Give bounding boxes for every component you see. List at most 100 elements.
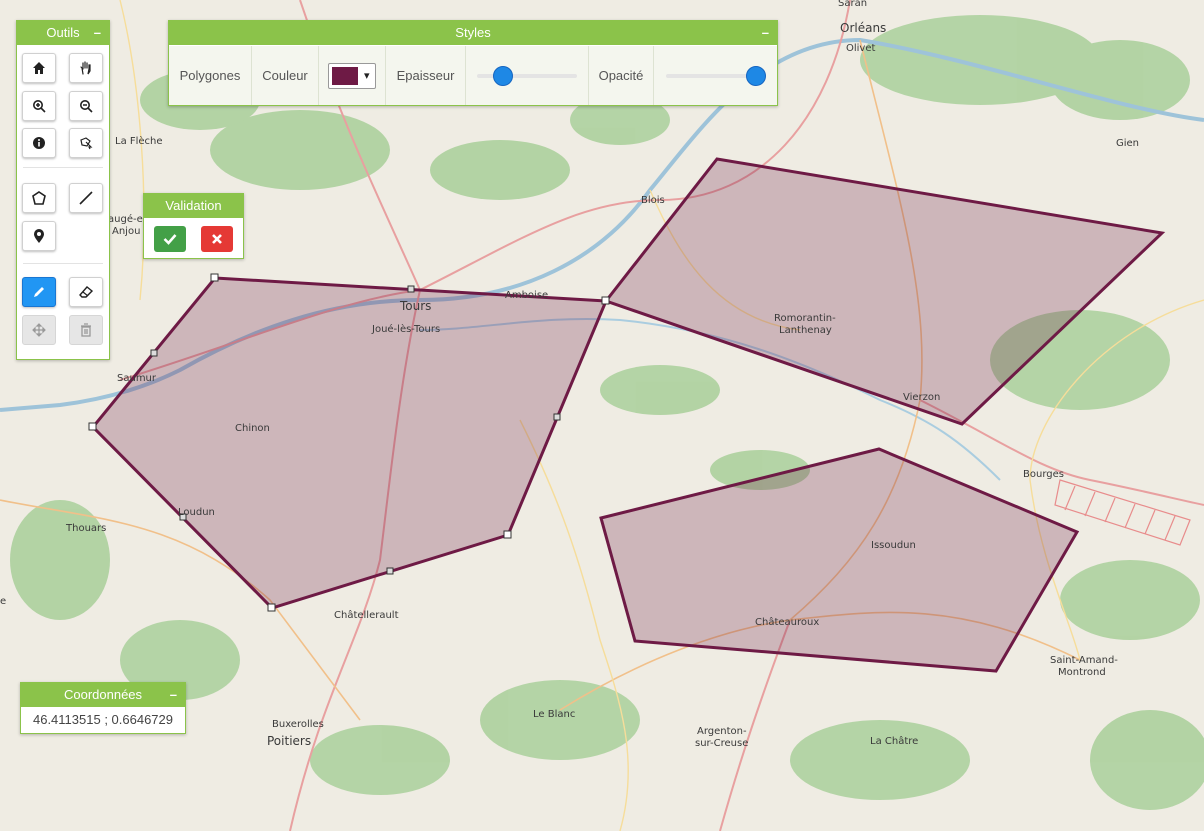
town-label: La Châtre: [870, 735, 918, 747]
select-feature-button[interactable]: [69, 128, 103, 158]
color-picker[interactable]: ▾: [328, 62, 376, 89]
town-label: Orléans: [840, 21, 886, 35]
town-label: Argenton-: [697, 726, 747, 737]
styles-panel-header: Styles –: [169, 21, 777, 45]
tools-divider: [23, 167, 103, 168]
midpoint-handle[interactable]: [407, 285, 415, 293]
tools-panel: Outils –: [16, 20, 110, 360]
town-label: Gien: [1116, 138, 1139, 149]
town-label: Châteauroux: [755, 616, 819, 628]
town-label: Bourges: [1023, 469, 1064, 480]
point-marker-icon: [34, 229, 44, 243]
coordinates-panel-title: Coordonnées: [63, 687, 143, 702]
town-label: Joué-lès-Tours: [371, 323, 440, 335]
midpoint-handle[interactable]: [150, 349, 158, 357]
styles-collapse-button[interactable]: –: [762, 21, 769, 45]
vertex-handle[interactable]: [88, 422, 97, 431]
tools-divider: [23, 263, 103, 264]
town-label: Thouars: [65, 523, 106, 534]
town-label: Loudun: [178, 507, 215, 518]
zoom-out-icon: [80, 100, 93, 113]
coordinates-readout: 46.4113515 ; 0.6646729: [32, 712, 173, 727]
move-button[interactable]: [22, 315, 56, 345]
thickness-slider[interactable]: [477, 65, 577, 86]
validate-button[interactable]: [154, 226, 186, 252]
town-label: Buxerolles: [272, 719, 324, 730]
chevron-down-icon: ▾: [364, 70, 370, 82]
town-label: Issoudun: [871, 540, 916, 551]
town-label: La Flèche: [115, 135, 163, 147]
town-label: Le Blanc: [533, 709, 575, 720]
town-label: Chinon: [235, 423, 270, 434]
info-icon: [33, 137, 45, 149]
styles-panel: Styles – Polygones Couleur ▾ Epaisseur O…: [168, 20, 778, 106]
slider-thumb[interactable]: [493, 65, 513, 86]
hand-pan-icon: [80, 61, 91, 75]
town-label: e: [0, 596, 6, 607]
coordinates-panel-header: Coordonnées –: [21, 683, 185, 707]
thickness-label: Epaisseur: [386, 46, 466, 105]
slider-thumb[interactable]: [745, 65, 766, 86]
town-label: Olivet: [846, 43, 875, 54]
validation-panel-header: Validation: [144, 194, 243, 218]
geometry-type-label: Polygones: [169, 46, 252, 105]
cancel-button[interactable]: [201, 226, 233, 252]
move-icon: [32, 323, 46, 337]
slider-track: [477, 73, 577, 78]
town-label: Saran: [838, 0, 867, 9]
town-label: Romorantin-: [774, 313, 836, 324]
town-label: Anjou: [112, 226, 140, 237]
vertex-handle[interactable]: [601, 296, 610, 305]
draw-point-button[interactable]: [22, 221, 56, 251]
midpoint-handle[interactable]: [386, 567, 394, 575]
town-label: Saumur: [117, 373, 157, 384]
thickness-slider-cell: [466, 46, 589, 105]
town-label: Amboise: [505, 290, 548, 301]
vertex-handle[interactable]: [267, 603, 276, 612]
check-icon: [163, 234, 177, 245]
midpoint-handle[interactable]: [553, 413, 561, 421]
home-button[interactable]: [22, 53, 56, 83]
town-label: Châtellerault: [334, 609, 399, 621]
color-picker-cell: ▾: [319, 46, 386, 105]
town-label: Blois: [641, 195, 665, 206]
opacity-slider[interactable]: [665, 65, 766, 86]
eraser-icon: [79, 286, 94, 298]
styles-toolbar: Polygones Couleur ▾ Epaisseur Opacité: [169, 46, 777, 105]
tools-panel-title: Outils: [46, 25, 80, 40]
vertex-handle[interactable]: [503, 530, 512, 539]
town-label: Lanthenay: [779, 325, 832, 336]
town-label: sur-Creuse: [695, 738, 748, 749]
tools-collapse-button[interactable]: –: [94, 21, 101, 45]
styles-panel-title: Styles: [455, 25, 491, 40]
coordinates-collapse-button[interactable]: –: [170, 683, 177, 707]
line-draw-icon: [79, 191, 93, 205]
zoom-in-icon: [33, 100, 46, 113]
close-icon: [212, 234, 222, 244]
town-label: Saint-Amand-: [1050, 655, 1118, 666]
opacity-slider-cell: [654, 46, 777, 105]
info-button[interactable]: [22, 128, 56, 158]
edit-button[interactable]: [22, 277, 56, 307]
draw-polygon-button[interactable]: [22, 183, 56, 213]
coordinates-panel: Coordonnées – 46.4113515 ; 0.6646729: [20, 682, 186, 734]
town-label: Poitiers: [267, 734, 311, 748]
select-feature-icon: [80, 137, 93, 150]
pan-button[interactable]: [69, 53, 103, 83]
validation-panel: Validation: [143, 193, 244, 259]
vertex-handle[interactable]: [210, 273, 219, 282]
town-label: Tours: [399, 299, 431, 313]
validation-panel-title: Validation: [165, 198, 222, 213]
color-swatch: [332, 66, 358, 85]
zoom-in-button[interactable]: [22, 91, 56, 121]
delete-button[interactable]: [69, 315, 103, 345]
town-label: Vierzon: [903, 392, 940, 403]
opacity-label: Opacité: [589, 46, 654, 105]
color-label: Couleur: [252, 46, 319, 105]
tools-panel-header: Outils –: [17, 21, 109, 45]
home-icon: [33, 62, 45, 74]
trash-icon: [81, 323, 91, 337]
zoom-out-button[interactable]: [69, 91, 103, 121]
draw-line-button[interactable]: [69, 183, 103, 213]
erase-button[interactable]: [69, 277, 103, 307]
